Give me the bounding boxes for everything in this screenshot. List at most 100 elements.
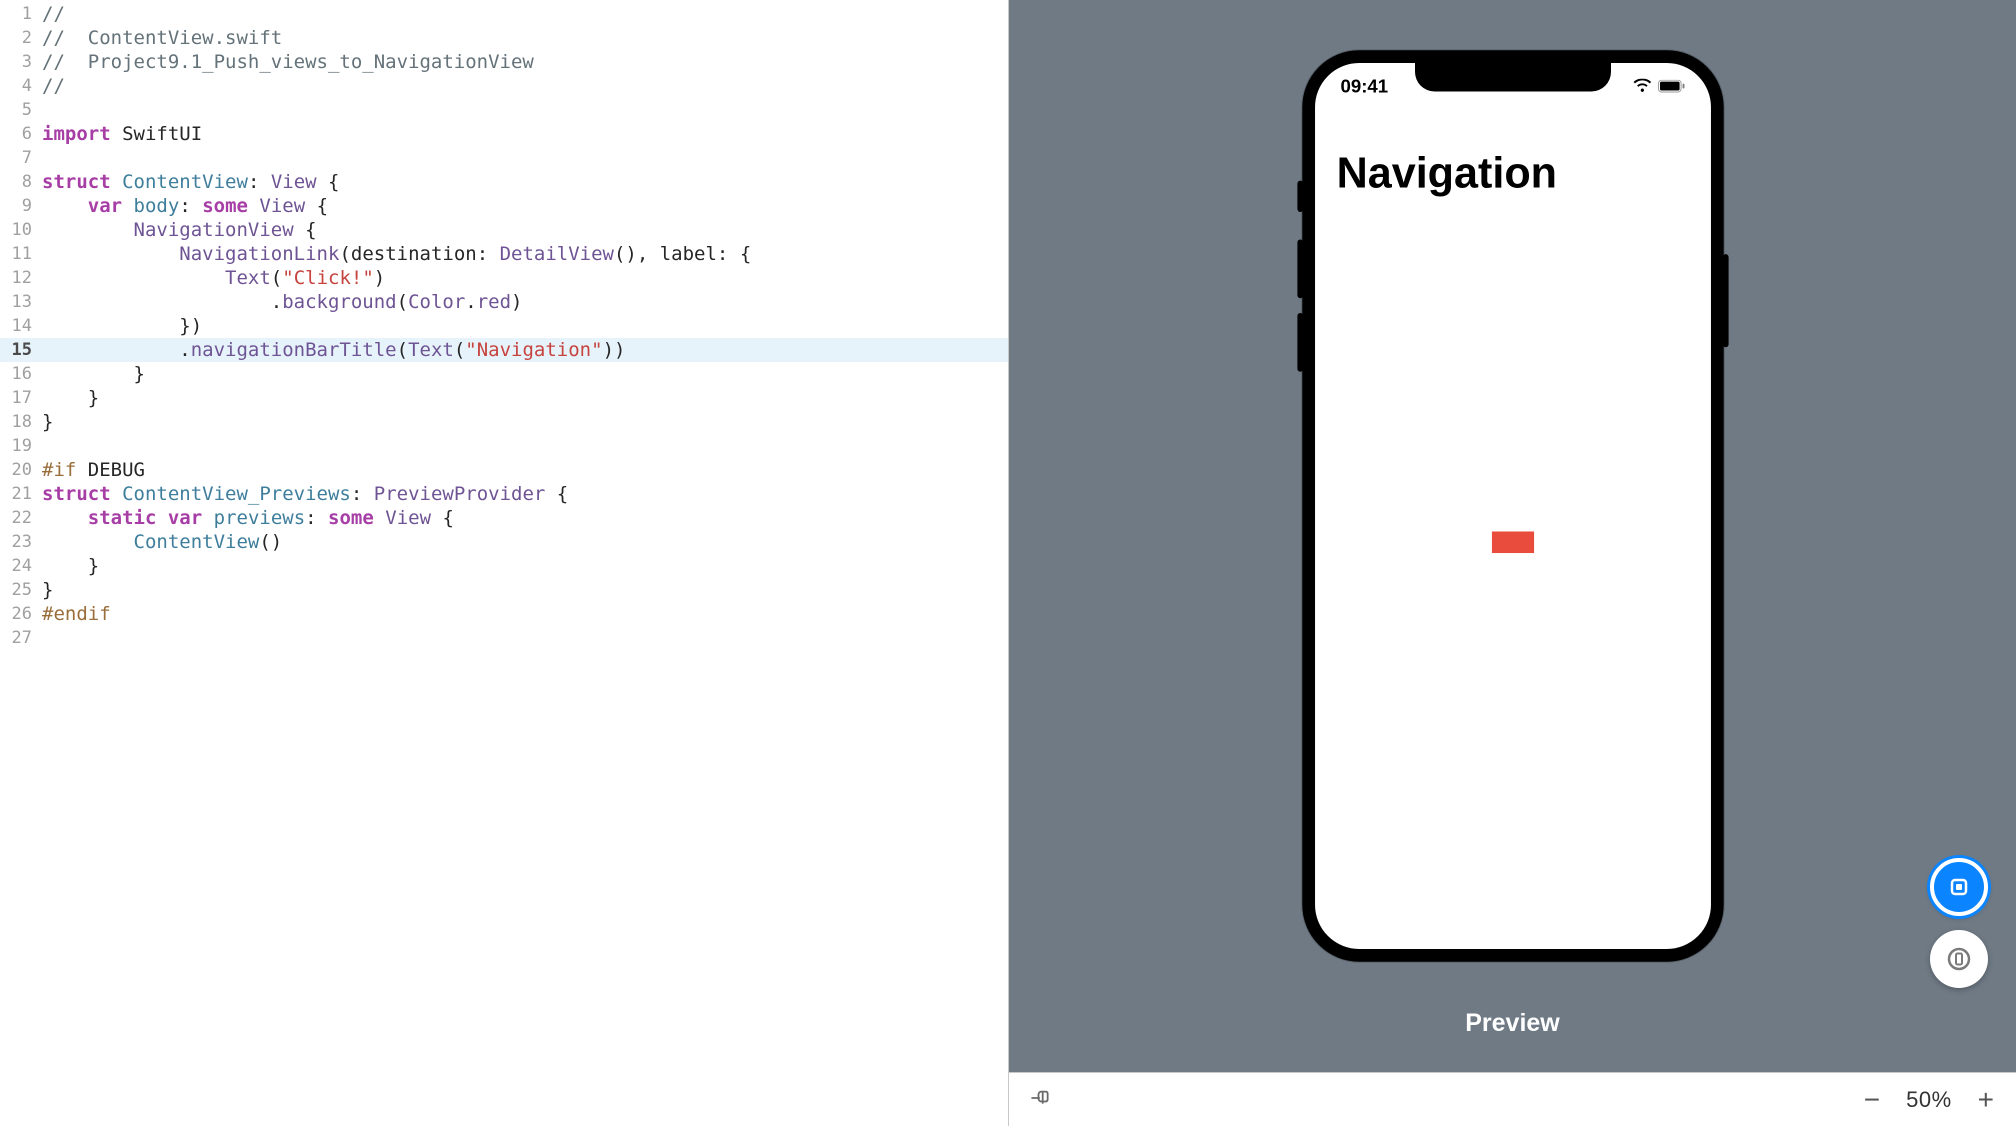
device-mute-switch [1297, 181, 1303, 212]
code-line[interactable]: 27 [0, 626, 1008, 650]
line-number: 18 [0, 410, 42, 434]
line-number: 13 [0, 290, 42, 314]
code-line[interactable]: 22 static var previews: some View { [0, 506, 1008, 530]
preview-pane: 09:41 Navigation Preview [1008, 0, 2016, 1126]
code-content[interactable]: // [42, 74, 1008, 98]
live-preview-button[interactable] [1930, 858, 1988, 916]
code-content[interactable] [42, 146, 1008, 170]
code-content[interactable] [42, 434, 1008, 458]
code-line[interactable]: 13 .background(Color.red) [0, 290, 1008, 314]
line-number: 9 [0, 194, 42, 218]
line-number: 7 [0, 146, 42, 170]
code-content[interactable]: } [42, 386, 1008, 410]
code-content[interactable]: ContentView() [42, 530, 1008, 554]
code-content[interactable]: Text("Click!") [42, 266, 1008, 290]
device-volume-up [1297, 239, 1303, 298]
wifi-icon [1632, 77, 1652, 99]
line-number: 22 [0, 506, 42, 530]
line-number: 19 [0, 434, 42, 458]
code-content[interactable]: struct ContentView_Previews: PreviewProv… [42, 482, 1008, 506]
line-number: 2 [0, 26, 42, 50]
code-content[interactable]: } [42, 362, 1008, 386]
code-line[interactable]: 18} [0, 410, 1008, 434]
navigation-link-click[interactable] [1491, 531, 1533, 553]
device-preview-icon [1947, 947, 1971, 971]
code-line[interactable]: 23 ContentView() [0, 530, 1008, 554]
code-content[interactable]: // [42, 2, 1008, 26]
code-content[interactable]: var body: some View { [42, 194, 1008, 218]
code-line[interactable]: 25} [0, 578, 1008, 602]
line-number: 8 [0, 170, 42, 194]
code-line[interactable]: 8struct ContentView: View { [0, 170, 1008, 194]
line-number: 10 [0, 218, 42, 242]
code-content[interactable] [42, 626, 1008, 650]
code-line[interactable]: 14 }) [0, 314, 1008, 338]
line-number: 25 [0, 578, 42, 602]
code-content[interactable]: .navigationBarTitle(Text("Navigation")) [42, 338, 1008, 362]
code-content[interactable]: } [42, 578, 1008, 602]
zoom-in-button[interactable]: + [1978, 1086, 1994, 1114]
code-line[interactable]: 9 var body: some View { [0, 194, 1008, 218]
line-number: 17 [0, 386, 42, 410]
battery-icon [1658, 77, 1685, 99]
code-line[interactable]: 5 [0, 98, 1008, 122]
device-volume-down [1297, 313, 1303, 372]
code-line[interactable]: 26#endif [0, 602, 1008, 626]
line-number: 3 [0, 50, 42, 74]
zoom-out-button[interactable]: − [1864, 1086, 1880, 1114]
code-line[interactable]: 12 Text("Click!") [0, 266, 1008, 290]
code-content[interactable]: #if DEBUG [42, 458, 1008, 482]
line-number: 15 [0, 338, 42, 362]
device-power-button [1722, 254, 1728, 347]
code-line[interactable]: 7 [0, 146, 1008, 170]
code-line[interactable]: 2// ContentView.swift [0, 26, 1008, 50]
line-number: 16 [0, 362, 42, 386]
code-line[interactable]: 11 NavigationLink(destination: DetailVie… [0, 242, 1008, 266]
line-number: 4 [0, 74, 42, 98]
preview-label: Preview [1465, 1009, 1560, 1038]
code-content[interactable]: struct ContentView: View { [42, 170, 1008, 194]
code-content[interactable]: static var previews: some View { [42, 506, 1008, 530]
code-line[interactable]: 15 .navigationBarTitle(Text("Navigation"… [0, 338, 1008, 362]
line-number: 21 [0, 482, 42, 506]
code-line[interactable]: 6import SwiftUI [0, 122, 1008, 146]
code-content[interactable]: NavigationView { [42, 218, 1008, 242]
code-content[interactable]: // Project9.1_Push_views_to_NavigationVi… [42, 50, 1008, 74]
code-content[interactable]: .background(Color.red) [42, 290, 1008, 314]
line-number: 11 [0, 242, 42, 266]
preview-toolbar: − 50% + [1009, 1072, 2016, 1126]
line-number: 5 [0, 98, 42, 122]
code-line[interactable]: 10 NavigationView { [0, 218, 1008, 242]
code-content[interactable]: // ContentView.swift [42, 26, 1008, 50]
code-content[interactable]: } [42, 410, 1008, 434]
code-line[interactable]: 20#if DEBUG [0, 458, 1008, 482]
code-line[interactable]: 16 } [0, 362, 1008, 386]
code-content[interactable]: } [42, 554, 1008, 578]
line-number: 20 [0, 458, 42, 482]
code-content[interactable]: NavigationLink(destination: DetailView()… [42, 242, 1008, 266]
pin-preview-button[interactable] [1031, 1086, 1053, 1114]
code-line[interactable]: 21struct ContentView_Previews: PreviewPr… [0, 482, 1008, 506]
code-line[interactable]: 17 } [0, 386, 1008, 410]
code-line[interactable]: 1// [0, 2, 1008, 26]
line-number: 24 [0, 554, 42, 578]
code-content[interactable]: #endif [42, 602, 1008, 626]
code-line[interactable]: 24 } [0, 554, 1008, 578]
line-number: 14 [0, 314, 42, 338]
code-line[interactable]: 3// Project9.1_Push_views_to_NavigationV… [0, 50, 1008, 74]
zoom-level[interactable]: 50% [1906, 1087, 1952, 1113]
line-number: 12 [0, 266, 42, 290]
code-content[interactable] [42, 98, 1008, 122]
navigation-title: Navigation [1336, 149, 1556, 198]
code-line[interactable]: 19 [0, 434, 1008, 458]
line-number: 27 [0, 626, 42, 650]
code-line[interactable]: 4// [0, 74, 1008, 98]
code-editor[interactable]: 1//2// ContentView.swift3// Project9.1_P… [0, 0, 1008, 1126]
preview-canvas[interactable]: 09:41 Navigation Preview [1009, 0, 2016, 1072]
device-preview-button[interactable] [1930, 930, 1988, 988]
preview-controls [1930, 858, 1988, 988]
line-number: 26 [0, 602, 42, 626]
code-content[interactable]: import SwiftUI [42, 122, 1008, 146]
line-number: 6 [0, 122, 42, 146]
code-content[interactable]: }) [42, 314, 1008, 338]
